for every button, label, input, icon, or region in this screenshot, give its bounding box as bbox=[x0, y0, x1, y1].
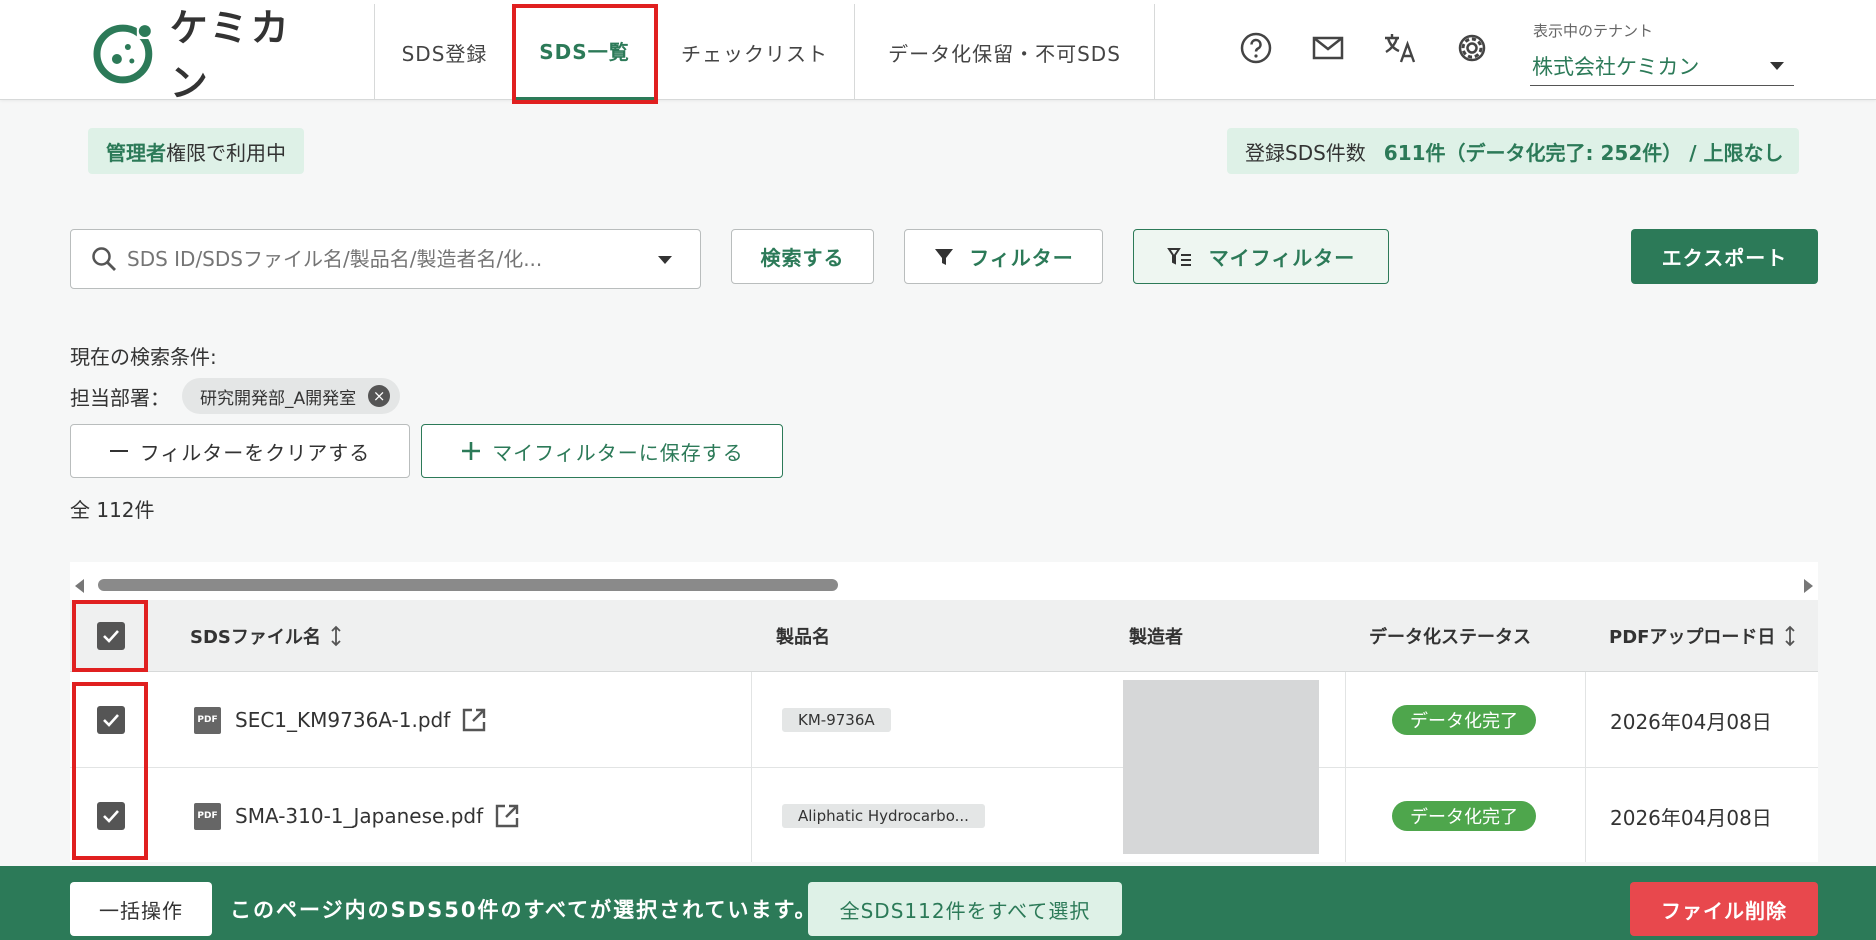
mail-icon[interactable] bbox=[1308, 28, 1348, 68]
search-dropdown-icon[interactable] bbox=[658, 256, 672, 264]
my-filter-button[interactable]: マイフィルター bbox=[1133, 229, 1389, 284]
conditions-row: 担当部署： 研究開発部_A開発室 × bbox=[70, 378, 401, 414]
filter-button-label: フィルター bbox=[969, 246, 1074, 270]
app-header: ケミカン SDS登録 SDS一覧 チェックリスト データ化保留・不可SDS 表示… bbox=[0, 0, 1876, 105]
status-cell: データ化完了 bbox=[1392, 672, 1536, 768]
app-logo[interactable]: ケミカン bbox=[92, 6, 332, 105]
app-name: ケミカン bbox=[169, 6, 292, 105]
search-input[interactable] bbox=[127, 247, 627, 271]
header-file-name[interactable]: SDSファイル名 bbox=[190, 600, 343, 672]
tab-highlight bbox=[512, 4, 658, 104]
scrollbar-thumb[interactable] bbox=[98, 579, 838, 591]
table-header: SDSファイル名 製品名 製造者 データ化ステータス PDFアップロード日 bbox=[70, 600, 1818, 672]
column-divider bbox=[1345, 672, 1346, 768]
pdf-file-icon: PDF bbox=[194, 802, 221, 830]
conditions-title: 現在の検索条件: bbox=[70, 345, 217, 369]
clear-filter-label: フィルターをクリアする bbox=[139, 440, 371, 465]
select-all-sds-button[interactable]: 全SDS112件をすべて選択 bbox=[808, 882, 1122, 936]
my-filter-button-label: マイフィルター bbox=[1208, 246, 1356, 270]
scroll-left-icon[interactable] bbox=[75, 579, 84, 593]
manufacturer-placeholder bbox=[1123, 680, 1319, 854]
minus-icon bbox=[109, 450, 128, 452]
sds-count-badge: 登録SDS件数 611件（データ化完了: 252件） / 上限なし bbox=[1227, 128, 1799, 174]
tenant-value: 株式会社ケミカン bbox=[1532, 54, 1700, 79]
header-manufacturer: 製造者 bbox=[1129, 627, 1183, 648]
pdf-file-icon: PDF bbox=[194, 706, 221, 734]
upload-date-cell: 2026年04月08日 bbox=[1610, 805, 1772, 830]
delete-file-button[interactable]: ファイル削除 bbox=[1630, 882, 1818, 936]
header-product-name: 製品名 bbox=[776, 627, 830, 648]
table-row[interactable]: PDF SMA-310-1_Japanese.pdf Aliphatic Hyd… bbox=[70, 768, 1818, 862]
tab-checklist[interactable]: チェックリスト bbox=[655, 4, 855, 100]
condition-chip-label: 研究開発部_A開発室 bbox=[200, 388, 357, 409]
status-cell: データ化完了 bbox=[1392, 768, 1536, 862]
clear-filter-button[interactable]: フィルターをクリアする bbox=[70, 424, 410, 478]
help-icon[interactable] bbox=[1236, 28, 1276, 68]
translate-icon[interactable] bbox=[1380, 28, 1420, 68]
file-name-cell: PDF SEC1_KM9736A-1.pdf bbox=[194, 672, 488, 768]
product-chip: KM-9736A bbox=[782, 708, 891, 732]
search-box[interactable] bbox=[70, 229, 701, 289]
close-icon[interactable]: × bbox=[368, 385, 391, 407]
search-icon bbox=[92, 247, 116, 271]
header-file-name-label: SDSファイル名 bbox=[190, 627, 321, 648]
file-name-cell: PDF SMA-310-1_Japanese.pdf bbox=[194, 768, 521, 862]
status-badge: データ化完了 bbox=[1392, 705, 1536, 735]
selection-message: このページ内のSDS50件のすべてが選択されています。 bbox=[230, 898, 818, 922]
upload-date-cell: 2026年04月08日 bbox=[1610, 709, 1772, 734]
bulk-action-bar: 一括操作 このページ内のSDS50件のすべてが選択されています。 全SDS112… bbox=[0, 866, 1876, 940]
chevron-down-icon bbox=[1770, 61, 1784, 70]
filter-button[interactable]: フィルター bbox=[904, 229, 1103, 284]
conditions-label: 担当部署： bbox=[70, 385, 170, 410]
column-divider bbox=[1585, 768, 1586, 862]
status-badge: データ化完了 bbox=[1392, 801, 1536, 831]
tab-sds-register[interactable]: SDS登録 bbox=[375, 4, 515, 100]
header-upload-date-label: PDFアップロード日 bbox=[1609, 627, 1776, 648]
sds-count-label: 登録SDS件数 bbox=[1245, 140, 1366, 165]
external-link-icon[interactable] bbox=[460, 706, 488, 734]
tenant-select[interactable]: 株式会社ケミカン bbox=[1530, 46, 1794, 86]
filter-icon bbox=[935, 248, 954, 265]
gear-icon[interactable] bbox=[1452, 28, 1492, 68]
sort-icon[interactable] bbox=[329, 625, 343, 647]
main-nav: SDS登録 SDS一覧 チェックリスト データ化保留・不可SDS bbox=[374, 4, 1155, 100]
header-upload-date[interactable]: PDFアップロード日 bbox=[1609, 600, 1797, 672]
external-link-icon[interactable] bbox=[493, 802, 521, 830]
tab-pending-sds[interactable]: データ化保留・不可SDS bbox=[855, 4, 1155, 100]
plus-icon bbox=[462, 442, 481, 460]
save-my-filter-label: マイフィルターに保存する bbox=[492, 440, 744, 465]
sds-count-value: 611件（データ化完了: 252件） / 上限なし bbox=[1383, 140, 1784, 165]
admin-badge: 管理者 権限で利用中 bbox=[88, 128, 304, 174]
product-chip: Aliphatic Hydrocarbo... bbox=[782, 804, 985, 828]
column-divider bbox=[1345, 768, 1346, 862]
bulk-action-button[interactable]: 一括操作 bbox=[70, 882, 212, 936]
logo-mark-icon bbox=[93, 23, 153, 84]
admin-badge-emphasis: 管理者 bbox=[106, 140, 166, 165]
save-my-filter-button[interactable]: マイフィルターに保存する bbox=[421, 424, 783, 478]
sds-table: SDSファイル名 製品名 製造者 データ化ステータス PDFアップロード日 PD… bbox=[70, 562, 1818, 862]
scroll-right-icon[interactable] bbox=[1804, 579, 1813, 593]
tenant-label: 表示中のテナント bbox=[1533, 22, 1654, 40]
checkbox-highlight-header bbox=[72, 600, 148, 672]
column-divider bbox=[1585, 672, 1586, 768]
my-filter-icon bbox=[1166, 247, 1191, 266]
condition-chip: 研究開発部_A開発室 × bbox=[182, 378, 401, 414]
file-name-link[interactable]: SEC1_KM9736A-1.pdf bbox=[235, 708, 450, 732]
product-cell: Aliphatic Hydrocarbo... bbox=[782, 768, 985, 862]
table-row[interactable]: PDF SEC1_KM9736A-1.pdf KM-9736A データ化完了 2… bbox=[70, 672, 1818, 768]
file-name-link[interactable]: SMA-310-1_Japanese.pdf bbox=[235, 804, 483, 828]
product-cell: KM-9736A bbox=[782, 672, 891, 768]
total-count: 全 112件 bbox=[70, 498, 155, 522]
checkbox-highlight-rows bbox=[72, 682, 148, 860]
header-status: データ化ステータス bbox=[1369, 627, 1531, 648]
column-divider bbox=[751, 672, 752, 768]
sort-icon[interactable] bbox=[1783, 625, 1797, 647]
horizontal-scrollbar[interactable] bbox=[70, 576, 1818, 594]
export-button[interactable]: エクスポート bbox=[1631, 229, 1818, 284]
search-button[interactable]: 検索する bbox=[731, 229, 874, 284]
column-divider bbox=[751, 768, 752, 862]
admin-badge-text: 権限で利用中 bbox=[166, 140, 286, 165]
